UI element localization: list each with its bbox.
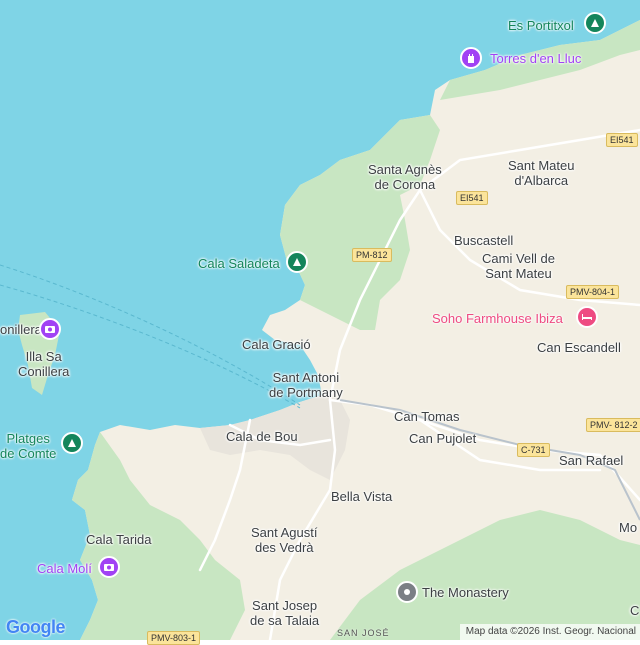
place-sant-agusti[interactable]: Sant Agustí des Vedrà <box>251 525 318 555</box>
place-bella-vista[interactable]: Bella Vista <box>331 489 392 504</box>
camera-icon <box>45 326 55 333</box>
poi-cala-saladeta[interactable]: Cala Saladeta <box>198 256 280 271</box>
place-buscastell[interactable]: Buscastell <box>454 233 513 248</box>
road-shield[interactable]: C-731 <box>517 443 550 457</box>
poi-soho-farmhouse[interactable]: Soho Farmhouse Ibiza <box>432 311 563 326</box>
poi-the-monastery[interactable]: The Monastery <box>422 585 509 600</box>
poi-platges-comte-line2: de Comte <box>0 446 57 461</box>
road-shield[interactable]: EI541 <box>606 133 638 147</box>
place-sant-josep-line1: Sant Josep <box>252 598 318 613</box>
park-marker-icon[interactable] <box>286 251 308 273</box>
road-shield[interactable]: EI541 <box>456 191 488 205</box>
place-cala-de-bou[interactable]: Cala de Bou <box>226 429 298 444</box>
place-sant-mateu[interactable]: Sant Mateu d'Albarca <box>508 158 575 188</box>
poi-torres-lluc[interactable]: Torres d'en Lluc <box>490 51 581 66</box>
place-conillera-edge[interactable]: onillera <box>0 322 42 337</box>
place-cami-vell[interactable]: Cami Vell de Sant Mateu <box>482 251 555 281</box>
road-shield[interactable]: PMV- 812-2 <box>586 418 640 432</box>
place-illa-conillera[interactable]: Illa Sa Conillera <box>18 349 69 379</box>
google-logo: Google <box>6 617 66 637</box>
hiking-icon <box>293 258 301 266</box>
poi-es-portitxol[interactable]: Es Portitxol <box>508 18 574 33</box>
poi-platges-comte-line1: Platges <box>6 431 50 446</box>
place-illa-conillera-line2: Conillera <box>18 364 70 379</box>
hotel-marker-icon[interactable] <box>576 306 598 328</box>
hiking-icon <box>68 439 76 447</box>
place-can-escandell[interactable]: Can Escandell <box>537 340 621 355</box>
place-c-edge[interactable]: C <box>630 603 639 618</box>
park-marker-icon[interactable] <box>61 432 83 454</box>
place-san-rafael[interactable]: San Rafael <box>559 453 623 468</box>
place-sant-mateu-line1: Sant Mateu <box>508 158 575 173</box>
place-sant-antoni[interactable]: Sant Antoni de Portmany <box>269 370 343 400</box>
place-cami-vell-line1: Cami Vell de <box>482 251 555 266</box>
place-sant-antoni-line2: de Portmany <box>269 385 343 400</box>
place-santa-agnes-line2: de Corona <box>374 177 436 192</box>
place-cala-gracio[interactable]: Cala Gració <box>242 337 311 352</box>
road-shield[interactable]: PMV-803-1 <box>147 631 201 645</box>
place-sant-agusti-line1: Sant Agustí <box>251 525 318 540</box>
place-san-jose[interactable]: SAN JOSÉ <box>337 628 390 638</box>
pin-icon <box>404 589 410 595</box>
place-santa-agnes[interactable]: Santa Agnès de Corona <box>368 162 442 192</box>
poi-platges-comte[interactable]: Platges de Comte <box>0 431 56 461</box>
camera-icon <box>104 564 114 571</box>
place-sant-josep[interactable]: Sant Josep de sa Talaia <box>250 598 319 628</box>
hiking-icon <box>591 19 599 27</box>
road-shield[interactable]: PM-812 <box>352 248 392 262</box>
place-illa-conillera-line1: Illa Sa <box>25 349 62 364</box>
camera-marker-icon[interactable] <box>39 318 61 340</box>
park-marker-icon[interactable] <box>584 12 606 34</box>
place-sant-josep-line2: de sa Talaia <box>250 613 320 628</box>
poi-cala-moli[interactable]: Cala Molí <box>37 561 92 576</box>
camera-marker-icon[interactable] <box>98 556 120 578</box>
place-cala-tarida[interactable]: Cala Tarida <box>86 532 152 547</box>
generic-marker-icon[interactable] <box>396 581 418 603</box>
place-can-pujolet[interactable]: Can Pujolet <box>409 431 476 446</box>
place-santa-agnes-line1: Santa Agnès <box>368 162 442 177</box>
road-shield[interactable]: PMV-804-1 <box>566 285 620 299</box>
place-cami-vell-line2: Sant Mateu <box>485 266 552 281</box>
map-attribution[interactable]: Map data ©2026 Inst. Geogr. Nacional <box>459 624 640 640</box>
bed-icon <box>582 314 592 320</box>
place-sant-antoni-line1: Sant Antoni <box>272 370 340 385</box>
place-mo-edge[interactable]: Mo <box>619 520 637 535</box>
landmark-marker-icon[interactable] <box>460 47 482 69</box>
tower-icon <box>468 54 474 63</box>
place-sant-agusti-line2: des Vedrà <box>254 540 314 555</box>
place-sant-mateu-line2: d'Albarca <box>514 173 569 188</box>
place-can-tomas[interactable]: Can Tomas <box>394 409 460 424</box>
